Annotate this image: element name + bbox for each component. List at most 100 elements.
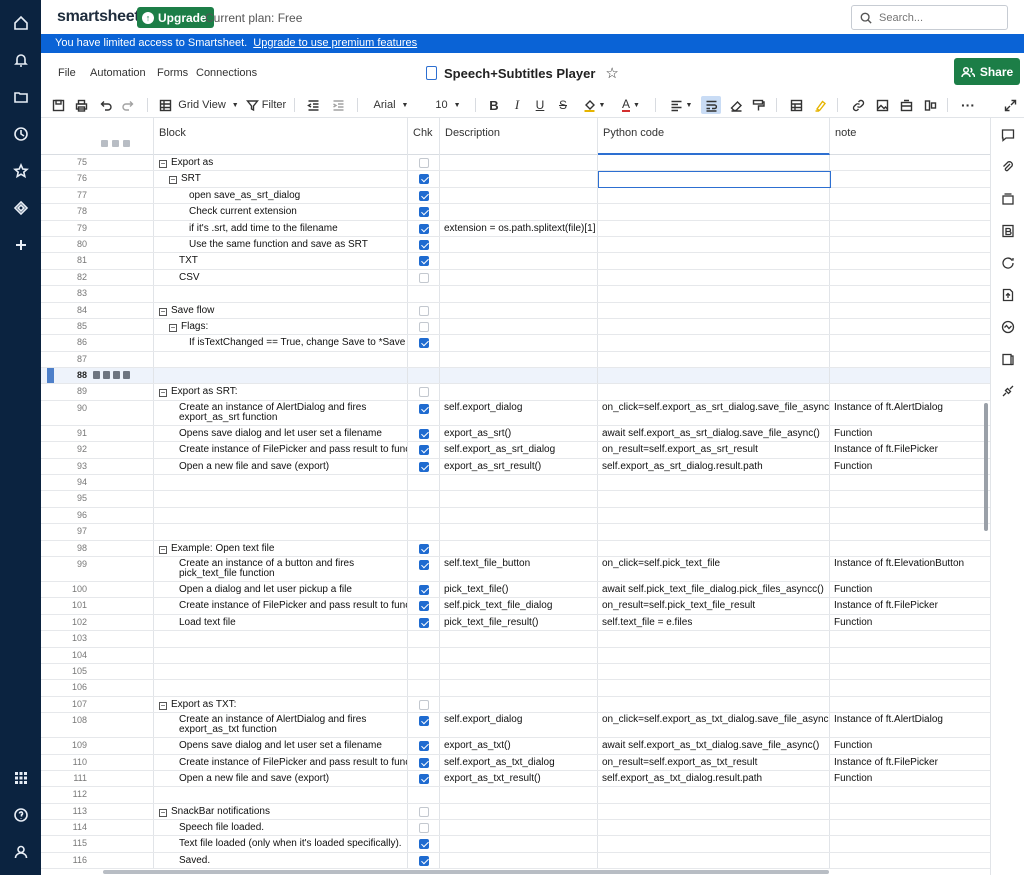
cell-block[interactable]: open save_as_srt_dialog <box>154 187 408 204</box>
table-row[interactable]: 109 Opens save dialog and let user set a … <box>41 738 990 755</box>
cell-description[interactable] <box>440 524 598 540</box>
row-number[interactable]: 76 <box>41 171 154 187</box>
cell-python-code[interactable] <box>598 696 830 713</box>
column-header-python-code[interactable]: Python code <box>598 118 830 155</box>
cell-python-code[interactable] <box>598 540 830 556</box>
cell-block[interactable] <box>154 680 408 696</box>
cell-description[interactable]: export_as_srt_result() <box>440 458 598 475</box>
table-row[interactable]: 100 Open a dialog and let user pickup a f… <box>41 581 990 599</box>
menu-file[interactable]: File <box>58 67 76 79</box>
row-number[interactable]: 111 <box>41 770 154 787</box>
folder-icon[interactable] <box>8 84 33 109</box>
cell-note[interactable]: Function <box>830 582 990 597</box>
cell-block[interactable]: Open a new file and save (export) <box>154 770 408 787</box>
cell-python-code[interactable] <box>598 318 830 335</box>
row-number[interactable]: 91 <box>41 425 154 442</box>
cell-python-code[interactable] <box>598 155 830 171</box>
cell-note[interactable]: Instance of ft.AlertDialog <box>830 401 990 425</box>
cell-chk[interactable] <box>408 204 440 220</box>
checked-checkbox[interactable] <box>419 223 429 234</box>
cell-note[interactable] <box>830 335 990 350</box>
cell-chk[interactable] <box>408 647 440 663</box>
cell-python-code[interactable] <box>598 836 830 852</box>
row-number[interactable]: 110 <box>41 754 154 770</box>
cell-python-code[interactable] <box>598 663 830 680</box>
table-row[interactable]: 110 Create instance of FilePicker and pas… <box>41 754 990 771</box>
cell-block[interactable]: − Export as <box>154 155 408 171</box>
undo-icon[interactable] <box>98 96 112 114</box>
row-number[interactable]: 101 <box>41 598 154 614</box>
cell-note[interactable] <box>830 631 990 646</box>
table-row[interactable]: 105 <box>41 663 990 681</box>
cell-python-code[interactable]: await self.export_as_srt_dialog.save_fil… <box>598 425 830 442</box>
cell-description[interactable]: pick_text_file_result() <box>440 614 598 631</box>
home-icon[interactable] <box>8 10 33 35</box>
cell-chk[interactable] <box>408 458 440 475</box>
cell-note[interactable] <box>830 524 990 539</box>
search-box[interactable] <box>851 5 1008 30</box>
expand-icon[interactable] <box>1003 96 1017 114</box>
save-icon[interactable] <box>51 96 65 114</box>
table-row[interactable]: 81 TXT <box>41 253 990 270</box>
cell-python-code[interactable]: on_click=self.export_as_txt_dialog.save_… <box>598 713 830 738</box>
proof-icon[interactable] <box>113 371 120 380</box>
cell-python-code[interactable] <box>598 384 830 400</box>
cell-note[interactable] <box>830 853 990 868</box>
table-row[interactable]: 113− SnackBar notifications <box>41 803 990 821</box>
gantt-icon[interactable] <box>923 96 937 114</box>
column-header-block[interactable]: Block <box>154 118 408 155</box>
cell-description[interactable] <box>440 475 598 491</box>
cell-chk[interactable] <box>408 155 440 171</box>
cell-note[interactable]: Function <box>830 771 990 786</box>
table-row[interactable]: 93 Open a new file and save (export) expor… <box>41 458 990 476</box>
cell-python-code[interactable] <box>598 820 830 836</box>
column-header-note[interactable]: note <box>830 118 990 155</box>
cell-python-code[interactable]: await self.pick_text_file_dialog.pick_fi… <box>598 581 830 598</box>
bold-icon[interactable]: B <box>487 96 501 114</box>
row-number[interactable]: 78 <box>41 204 154 220</box>
cell-note[interactable]: Instance of ft.ElevationButton <box>830 557 990 581</box>
user-icon[interactable] <box>8 839 33 864</box>
grid-view-dropdown[interactable]: Grid View ▼ <box>159 96 239 114</box>
table-row[interactable]: 83 <box>41 286 990 303</box>
wrap-text-icon[interactable] <box>701 96 721 114</box>
cell-chk[interactable] <box>408 581 440 598</box>
cell-description[interactable] <box>440 204 598 220</box>
cell-chk[interactable] <box>408 663 440 680</box>
row-number[interactable]: 105 <box>41 663 154 680</box>
cell-python-code[interactable]: on_result=self.pick_text_file_result <box>598 598 830 614</box>
cell-python-code[interactable] <box>598 286 830 302</box>
row-number[interactable]: 97 <box>41 524 154 540</box>
table-row[interactable]: 97 <box>41 524 990 541</box>
cell-block[interactable]: Check current extension <box>154 204 408 220</box>
unchecked-checkbox[interactable] <box>419 806 429 817</box>
print-icon[interactable] <box>74 96 88 114</box>
more-icon[interactable]: ··· <box>959 96 977 114</box>
cell-note[interactable] <box>830 319 990 334</box>
cell-description[interactable] <box>440 852 598 869</box>
table-row[interactable]: 76− SRT <box>41 171 990 189</box>
cell-chk[interactable] <box>408 852 440 869</box>
checked-checkbox[interactable] <box>419 207 429 218</box>
cell-note[interactable] <box>830 836 990 851</box>
cell-description[interactable] <box>440 253 598 269</box>
cell-note[interactable] <box>830 491 990 506</box>
cell-description[interactable]: self.export_as_txt_dialog <box>440 754 598 770</box>
row-number[interactable]: 95 <box>41 491 154 507</box>
cell-description[interactable] <box>440 507 598 524</box>
cell-python-code[interactable] <box>598 680 830 696</box>
cell-python-code[interactable] <box>598 253 830 269</box>
cell-chk[interactable] <box>408 713 440 738</box>
cell-note[interactable] <box>830 204 990 219</box>
cell-python-code[interactable]: self.export_as_txt_dialog.result.path <box>598 770 830 787</box>
table-row[interactable]: 103 <box>41 631 990 648</box>
cell-block[interactable]: − SRT <box>154 171 408 187</box>
cell-note[interactable] <box>830 648 990 663</box>
table-row[interactable]: 102 Load text file pick_text_file_result()… <box>41 614 990 632</box>
cell-chk[interactable] <box>408 475 440 491</box>
cell-block[interactable]: Opens save dialog and let user set a fil… <box>154 738 408 754</box>
row-number[interactable]: 89 <box>41 384 154 400</box>
vertical-scrollbar[interactable] <box>984 403 988 531</box>
image-icon[interactable] <box>875 96 889 114</box>
cell-note[interactable] <box>830 508 990 523</box>
